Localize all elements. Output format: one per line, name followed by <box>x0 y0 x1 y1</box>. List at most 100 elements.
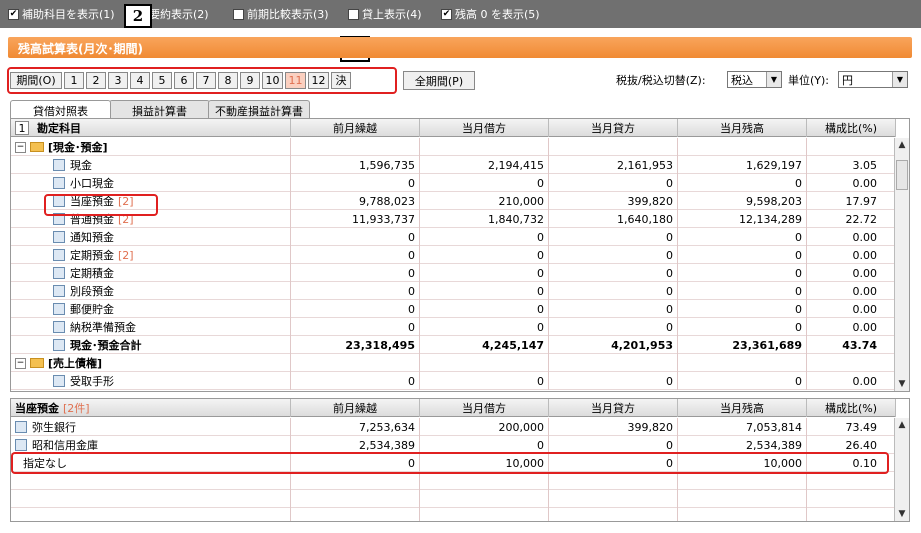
table-row[interactable]: 定期積金 0 0 0 0 0.00 <box>11 264 896 282</box>
value-cell: 0 <box>420 372 549 390</box>
value-cell: 4,245,147 <box>420 336 549 354</box>
value-cell: 0 <box>420 228 549 246</box>
value-cell: 43.74 <box>807 336 896 354</box>
top-display-checkbox[interactable]: 貸上表示(4) <box>348 7 422 21</box>
vertical-scrollbar[interactable]: ▲ ▼ <box>894 418 909 521</box>
value-cell: 0 <box>291 228 420 246</box>
value-cell <box>678 138 807 156</box>
detail-title-cell: 当座預金 [2件] <box>11 399 291 417</box>
column-header[interactable]: 前月繰越 <box>291 399 420 417</box>
value-cell: 0 <box>678 174 807 192</box>
value-cell <box>549 472 678 490</box>
scroll-down-icon[interactable]: ▼ <box>895 507 909 521</box>
value-cell: 0 <box>549 282 678 300</box>
column-header[interactable]: 構成比(%) <box>807 119 896 137</box>
value-cell: 11,933,737 <box>291 210 420 228</box>
value-cell: 0 <box>678 318 807 336</box>
value-cell <box>807 138 896 156</box>
checkbox-icon <box>233 8 244 20</box>
period-highlight <box>7 67 397 94</box>
table-row[interactable]: 納税準備預金 0 0 0 0 0.00 <box>11 318 896 336</box>
scroll-thumb[interactable] <box>896 160 908 190</box>
collapse-icon[interactable]: − <box>15 357 26 369</box>
tax-select[interactable]: 税込 ▼ <box>727 71 782 88</box>
value-cell <box>678 490 807 508</box>
value-cell: 0 <box>678 282 807 300</box>
table-row[interactable]: 別段預金 0 0 0 0 0.00 <box>11 282 896 300</box>
column-header[interactable]: 当月借方 <box>420 399 549 417</box>
prev-period-compare-checkbox[interactable]: 前期比較表示(3) <box>233 7 329 21</box>
table-row[interactable]: 通知預金 0 0 0 0 0.00 <box>11 228 896 246</box>
table-row[interactable]: 小口現金 0 0 0 0 0.00 <box>11 174 896 192</box>
column-header[interactable]: 当月貸方 <box>549 119 678 137</box>
unit-select[interactable]: 円 ▼ <box>838 71 908 88</box>
value-cell: 0.00 <box>807 228 896 246</box>
value-cell <box>291 354 420 372</box>
column-header[interactable]: 構成比(%) <box>807 399 896 417</box>
table-row[interactable]: 現金 1,596,735 2,194,415 2,161,953 1,629,197 3.… <box>11 156 896 174</box>
all-period-button[interactable]: 全期間(P) <box>403 71 475 90</box>
option-label: 補助科目を表示(1) <box>22 8 115 21</box>
column-header[interactable]: 当月貸方 <box>549 399 678 417</box>
value-cell <box>678 354 807 372</box>
table-row[interactable]: 受取手形 0 0 0 0 0.00 <box>11 372 896 390</box>
callout-2: 2 <box>124 4 152 28</box>
value-cell <box>549 490 678 508</box>
show-zero-balance-checkbox[interactable]: ✔ 残高 0 を表示(5) <box>441 7 540 21</box>
table-row[interactable]: − [現金･預金] <box>11 138 896 156</box>
scroll-up-icon[interactable]: ▲ <box>895 418 909 432</box>
account-doc-icon <box>53 231 65 243</box>
account-highlight <box>44 194 158 216</box>
vertical-scrollbar[interactable]: ▲ ▼ <box>894 138 909 391</box>
column-header[interactable]: 1 勘定科目 <box>11 119 291 137</box>
account-doc-icon <box>53 249 65 261</box>
value-cell: 0.00 <box>807 318 896 336</box>
tab-real-estate-income[interactable]: 不動産損益計算書 <box>208 100 310 118</box>
level-indicator[interactable]: 1 <box>15 121 29 135</box>
account-cell: 納税準備預金 <box>11 318 291 336</box>
scroll-up-icon[interactable]: ▲ <box>895 138 909 152</box>
value-cell: 0 <box>291 246 420 264</box>
value-cell: 0.00 <box>807 282 896 300</box>
column-header[interactable]: 当月借方 <box>420 119 549 137</box>
account-cell: 現金 <box>11 156 291 174</box>
show-sub-accounts-checkbox[interactable]: ✔ 補助科目を表示(1) <box>8 7 115 21</box>
table-row[interactable]: 郵便貯金 0 0 0 0 0.00 <box>11 300 896 318</box>
account-doc-icon <box>53 375 65 387</box>
value-cell: 17.97 <box>807 192 896 210</box>
account-name: [現金･預金] <box>48 141 108 154</box>
value-cell: 9,598,203 <box>678 192 807 210</box>
detail-title: 当座預金 <box>15 402 59 415</box>
table-row[interactable]: 定期預金 [2] 0 0 0 0 0.00 <box>11 246 896 264</box>
account-name: 現金･預金合計 <box>70 339 142 352</box>
account-name: 郵便貯金 <box>70 303 114 316</box>
value-cell: 1,596,735 <box>291 156 420 174</box>
table-row[interactable]: − [売上債権] <box>11 354 896 372</box>
value-cell: 0 <box>291 282 420 300</box>
column-header[interactable]: 当月残高 <box>678 119 807 137</box>
value-cell <box>549 354 678 372</box>
value-cell: 0 <box>420 264 549 282</box>
tab-income-statement[interactable]: 損益計算書 <box>109 100 210 118</box>
value-cell: 22.72 <box>807 210 896 228</box>
value-cell <box>420 138 549 156</box>
column-header[interactable]: 前月繰越 <box>291 119 420 137</box>
tax-value: 税込 <box>731 73 753 87</box>
account-name: 通知預金 <box>70 231 114 244</box>
table-row[interactable]: 現金･預金合計 23,318,495 4,245,147 4,201,953 23,36… <box>11 336 896 354</box>
collapse-icon[interactable]: − <box>15 141 26 153</box>
value-cell: 0 <box>678 372 807 390</box>
header-label: 勘定科目 <box>37 122 81 135</box>
table-row[interactable]: 弥生銀行 7,253,634 200,000 399,820 7,053,814 73.4… <box>11 418 896 436</box>
tab-balance-sheet[interactable]: 貸借対照表 <box>10 100 111 118</box>
value-cell: 0 <box>549 228 678 246</box>
column-header[interactable]: 当月残高 <box>678 399 807 417</box>
value-cell: 3.05 <box>807 156 896 174</box>
sub-account-count[interactable]: [2] <box>118 249 134 262</box>
option-label: 貸上表示(4) <box>362 8 422 21</box>
value-cell: 0 <box>549 174 678 192</box>
scroll-down-icon[interactable]: ▼ <box>895 377 909 391</box>
value-cell <box>678 508 807 521</box>
checkbox-icon <box>348 8 359 20</box>
value-cell: 0.00 <box>807 300 896 318</box>
